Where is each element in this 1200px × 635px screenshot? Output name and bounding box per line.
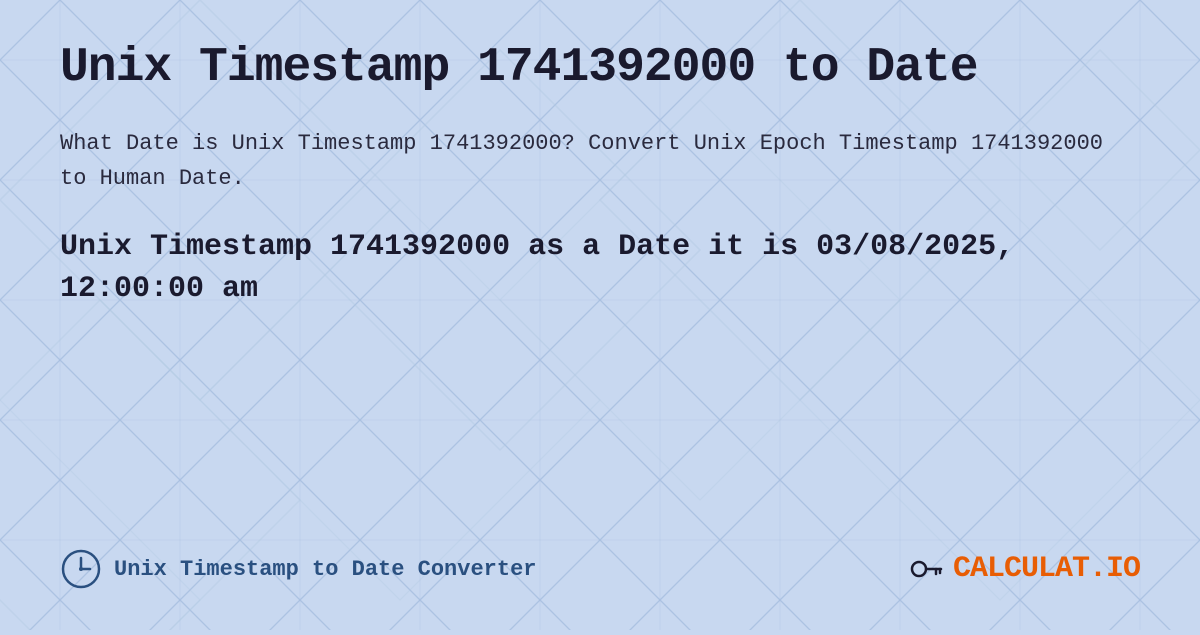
logo-text-io: IO <box>1106 552 1140 586</box>
description-text: What Date is Unix Timestamp 1741392000? … <box>60 126 1140 196</box>
clock-icon <box>60 548 102 590</box>
footer-left: Unix Timestamp to Date Converter <box>60 548 536 590</box>
footer-label: Unix Timestamp to Date Converter <box>114 557 536 582</box>
result-text: Unix Timestamp 1741392000 as a Date it i… <box>60 226 1140 310</box>
logo-section: CALCULAT.IO <box>909 551 1140 587</box>
result-section: Unix Timestamp 1741392000 as a Date it i… <box>60 226 1140 310</box>
page-content: Unix Timestamp 1741392000 to Date What D… <box>0 0 1200 630</box>
logo-icon <box>909 551 945 587</box>
logo-text-main: CALCULAT <box>953 552 1089 586</box>
page-title: Unix Timestamp 1741392000 to Date <box>60 40 1140 98</box>
title-section: Unix Timestamp 1741392000 to Date What D… <box>60 40 1140 196</box>
footer: Unix Timestamp to Date Converter CALCULA… <box>60 528 1140 590</box>
logo-text: CALCULAT.IO <box>953 552 1140 586</box>
logo-dot: . <box>1089 552 1106 586</box>
